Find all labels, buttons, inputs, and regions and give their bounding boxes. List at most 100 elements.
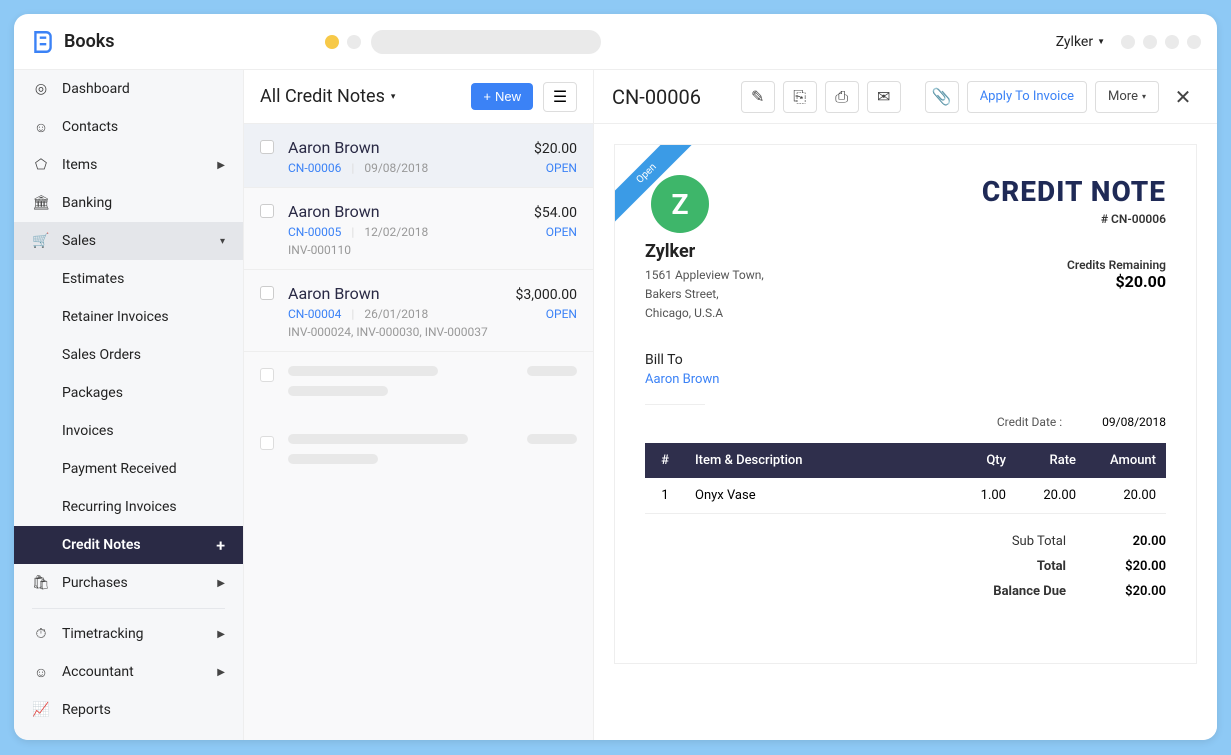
detail-pane: CN-00006 ✎ ⎘ ⎙ ✉ 📎 Apply To Invoice More… — [594, 70, 1217, 740]
nav-accountant[interactable]: ☺ Accountant ▶ — [14, 653, 243, 691]
header-action[interactable] — [1121, 35, 1135, 49]
nav-timetracking[interactable]: ⏱ Timetracking ▶ — [14, 615, 243, 653]
amount: $54.00 — [534, 205, 577, 221]
credits-remaining-value: $20.00 — [982, 272, 1166, 291]
topbar: Books Zylker ▼ — [14, 14, 1217, 70]
search-placeholder[interactable] — [371, 30, 601, 54]
chevron-right-icon: ▶ — [217, 629, 225, 640]
list-item[interactable]: Aaron Brown $3,000.00 CN-00004 | 26/01/2… — [244, 270, 593, 352]
document-type: CREDIT NOTE — [982, 175, 1166, 208]
header-action[interactable] — [1187, 35, 1201, 49]
customer-name: Aaron Brown — [288, 138, 380, 157]
nav-invoices[interactable]: Invoices — [14, 412, 243, 450]
items-icon: ⬠ — [32, 157, 50, 173]
list-item[interactable]: Aaron Brown $54.00 CN-00005 | 12/02/2018… — [244, 188, 593, 270]
checkbox[interactable] — [260, 368, 274, 382]
amount: $3,000.00 — [515, 287, 577, 303]
hamburger-icon: ☰ — [553, 87, 567, 106]
mail-icon: ✉ — [877, 87, 890, 106]
list-pane: All Credit Notes ▾ + New ☰ Aaron Brown $… — [244, 70, 594, 740]
nav-retainer-invoices[interactable]: Retainer Invoices — [14, 298, 243, 336]
nav-banking[interactable]: 🏛 Banking — [14, 184, 243, 222]
nav-purchases[interactable]: 🛍 Purchases ▶ — [14, 564, 243, 602]
nav-sales[interactable]: 🛒 Sales ▾ — [14, 222, 243, 260]
nav-reports[interactable]: 📈 Reports — [14, 691, 243, 729]
invoice-refs: INV-000024, INV-000030, INV-000037 — [288, 325, 577, 339]
books-logo-icon — [30, 29, 56, 55]
header-action[interactable] — [1165, 35, 1179, 49]
divider — [32, 608, 225, 609]
app-logo: Books — [30, 29, 115, 55]
nav-sales-orders[interactable]: Sales Orders — [14, 336, 243, 374]
bill-to-customer-link[interactable]: Aaron Brown — [645, 372, 719, 387]
app-window: Books Zylker ▼ ◎ Dashboard ☺ Co — [14, 14, 1217, 740]
list-menu-button[interactable]: ☰ — [543, 82, 577, 112]
reports-icon: 📈 — [32, 702, 50, 718]
print-button[interactable]: ⎙ — [825, 81, 859, 113]
header-actions — [1121, 35, 1201, 49]
nav-estimates[interactable]: Estimates — [14, 260, 243, 298]
nav-payment-received[interactable]: Payment Received — [14, 450, 243, 488]
nav-packages[interactable]: Packages — [14, 374, 243, 412]
window-controls — [325, 35, 361, 49]
nav-credit-notes[interactable]: Credit Notes + — [14, 526, 243, 564]
status-ribbon: Open — [615, 145, 695, 225]
detail-header: CN-00006 ✎ ⎘ ⎙ ✉ 📎 Apply To Invoice More… — [594, 70, 1217, 124]
caret-down-icon: ▼ — [1097, 37, 1105, 46]
pdf-icon: ⎘ — [793, 87, 806, 107]
date: 12/02/2018 — [364, 225, 428, 239]
new-button[interactable]: + New — [471, 83, 533, 110]
detail-body: Open Z Zylker 1561 Appleview Town, Baker… — [594, 124, 1217, 740]
nav-dashboard[interactable]: ◎ Dashboard — [14, 70, 243, 108]
credit-note-number: CN-00006 — [288, 161, 341, 175]
pdf-button[interactable]: ⎘ — [783, 81, 817, 113]
col-amount: Amount — [1086, 443, 1166, 478]
chevron-down-icon: ▾ — [220, 236, 225, 247]
close-icon: ✕ — [1175, 85, 1192, 109]
credit-note-document: Open Z Zylker 1561 Appleview Town, Baker… — [614, 144, 1197, 664]
org-switcher[interactable]: Zylker ▼ — [1056, 34, 1105, 50]
checkbox[interactable] — [260, 286, 274, 300]
control-dot[interactable] — [325, 35, 339, 49]
nav-contacts[interactable]: ☺ Contacts — [14, 108, 243, 146]
more-button[interactable]: More▾ — [1095, 81, 1159, 113]
checkbox[interactable] — [260, 436, 274, 450]
table-row: 1 Onyx Vase 1.00 20.00 20.00 — [645, 478, 1166, 514]
invoice-refs: INV-000110 — [288, 243, 577, 257]
totals: Sub Total20.00 Total$20.00 Balance Due$2… — [645, 534, 1166, 599]
checkbox[interactable] — [260, 204, 274, 218]
control-dot[interactable] — [347, 35, 361, 49]
chevron-right-icon: ▶ — [217, 667, 225, 678]
banking-icon: 🏛 — [32, 195, 50, 211]
document-number: # CN-00006 — [982, 212, 1166, 226]
credit-note-number: CN-00004 — [288, 307, 341, 321]
app-name: Books — [64, 31, 115, 52]
nav-items[interactable]: ⬠ Items ▶ — [14, 146, 243, 184]
checkbox[interactable] — [260, 140, 274, 154]
caret-down-icon: ▾ — [1142, 92, 1146, 101]
plus-icon: + — [483, 89, 491, 104]
org-address: 1561 Appleview Town, Bakers Street, Chic… — [645, 266, 764, 324]
apply-to-invoice-button[interactable]: Apply To Invoice — [967, 81, 1087, 113]
cart-icon: 🛒 — [32, 233, 50, 249]
sidebar: ◎ Dashboard ☺ Contacts ⬠ Items ▶ 🏛 Banki… — [14, 70, 244, 740]
line-items-table: # Item & Description Qty Rate Amount 1 O… — [645, 443, 1166, 514]
list-title-dropdown[interactable]: All Credit Notes ▾ — [260, 86, 395, 107]
edit-button[interactable]: ✎ — [741, 81, 775, 113]
close-button[interactable]: ✕ — [1167, 81, 1199, 113]
customer-name: Aaron Brown — [288, 284, 380, 303]
credit-date: Credit Date : 09/08/2018 — [645, 415, 1166, 429]
list-item[interactable]: Aaron Brown $20.00 CN-00006 | 09/08/2018… — [244, 124, 593, 188]
status-badge: OPEN — [546, 307, 577, 321]
attach-button[interactable]: 📎 — [925, 81, 959, 113]
accountant-icon: ☺ — [32, 664, 50, 681]
add-icon[interactable]: + — [216, 536, 225, 555]
printer-icon: ⎙ — [835, 87, 848, 107]
nav-recurring-invoices[interactable]: Recurring Invoices — [14, 488, 243, 526]
email-button[interactable]: ✉ — [867, 81, 901, 113]
col-rate: Rate — [1016, 443, 1086, 478]
chevron-right-icon: ▶ — [217, 160, 225, 171]
header-action[interactable] — [1143, 35, 1157, 49]
col-index: # — [645, 443, 685, 478]
dashboard-icon: ◎ — [32, 81, 50, 97]
